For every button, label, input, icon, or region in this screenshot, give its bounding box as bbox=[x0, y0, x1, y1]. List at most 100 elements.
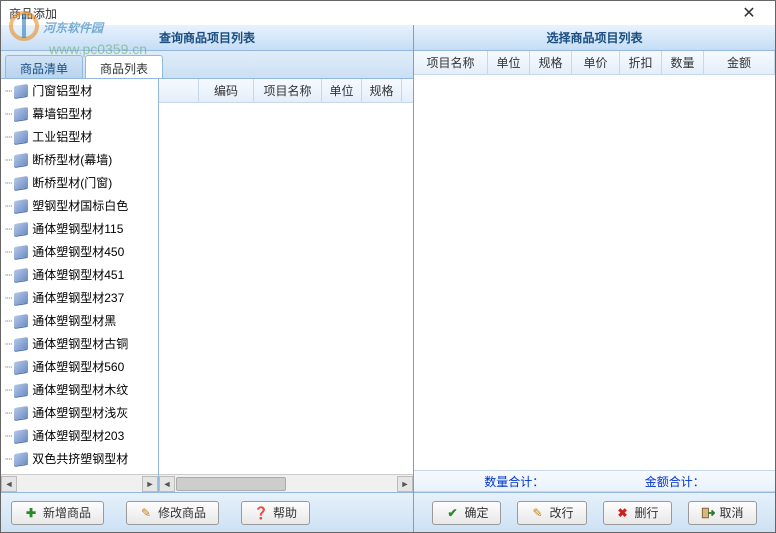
tree-item-label: 通体塑钢型材古铜 bbox=[32, 335, 128, 352]
tree-branch-icon: ┈ bbox=[5, 291, 12, 305]
col-spec[interactable]: 规格 bbox=[362, 79, 402, 102]
col-price[interactable]: 单价 bbox=[572, 51, 620, 74]
tree-item[interactable]: ┈ 通体塑钢型材古铜 bbox=[1, 332, 158, 355]
tree-item[interactable]: ┈通体塑钢型材450 bbox=[1, 240, 158, 263]
tree-item[interactable]: ┈ 通体塑钢型材115 bbox=[1, 217, 158, 240]
col-discount[interactable]: 折扣 bbox=[620, 51, 662, 74]
tree-branch-icon: ┈ bbox=[5, 337, 12, 351]
category-icon bbox=[14, 176, 28, 190]
scroll-right-arrow[interactable]: ► bbox=[397, 476, 413, 492]
col-spec[interactable]: 规格 bbox=[530, 51, 572, 74]
totals-row: 数量合计： 金额合计： bbox=[414, 470, 775, 492]
category-icon bbox=[14, 130, 28, 144]
tree-item[interactable]: ┈通体塑钢型材451 bbox=[1, 263, 158, 286]
tree-item[interactable]: ┈ 工业铝型材 bbox=[1, 125, 158, 148]
tree-item[interactable]: ┈通体塑钢型材木纹 bbox=[1, 378, 158, 401]
category-tree[interactable]: ┈门窗铝型材┈幕墙铝型材┈工业铝型材┈断桥型材(幕墙)┈断桥型材(门窗)┈塑钢型… bbox=[1, 79, 158, 474]
category-icon bbox=[14, 360, 28, 374]
tree-branch-icon: ┈ bbox=[5, 222, 12, 236]
category-icon bbox=[14, 222, 28, 236]
amount-total-label: 金额合计： bbox=[645, 473, 705, 490]
tree-branch-icon: ┈ bbox=[5, 176, 12, 190]
category-icon bbox=[14, 452, 28, 466]
col-qty[interactable]: 数量 bbox=[662, 51, 704, 74]
delete-row-button[interactable]: ✖ 删行 bbox=[603, 501, 672, 525]
scroll-left-arrow[interactable]: ◄ bbox=[159, 476, 175, 492]
scroll-right-arrow[interactable]: ► bbox=[142, 476, 158, 492]
tree-item-label: 工业铝型材 bbox=[32, 128, 92, 145]
category-icon bbox=[14, 429, 28, 443]
tree-item-label: 通体塑钢型材560 bbox=[32, 358, 124, 375]
tree-branch-icon: ┈ bbox=[5, 360, 12, 374]
category-icon bbox=[14, 84, 28, 98]
tree-item[interactable]: ┈ 幕墙铝型材 bbox=[1, 102, 158, 125]
tree-branch-icon: ┈ bbox=[5, 153, 12, 167]
tree-item[interactable]: ┈ 通体塑钢型材560 bbox=[1, 355, 158, 378]
help-icon: ❓ bbox=[254, 506, 268, 520]
tree-item[interactable]: ┈门窗铝型材 bbox=[1, 79, 158, 102]
category-icon bbox=[14, 199, 28, 213]
category-icon bbox=[14, 337, 28, 351]
right-button-bar: ✔ 确定 ✎ 改行 ✖ 删行 取消 bbox=[414, 492, 775, 532]
tree-item-label: 幕墙铝型材 bbox=[32, 105, 92, 122]
scroll-left-arrow[interactable]: ◄ bbox=[1, 476, 17, 492]
scrollbar-thumb[interactable] bbox=[176, 477, 286, 491]
edit-icon: ✎ bbox=[139, 506, 153, 520]
left-panel: 查询商品项目列表 商品清单 商品列表 ┈门窗铝型材┈幕墙铝型材┈工业铝型材┈断桥… bbox=[1, 25, 414, 532]
tree-item[interactable]: ┈ 通体塑钢型材237 bbox=[1, 286, 158, 309]
delete-icon: ✖ bbox=[616, 506, 630, 520]
left-button-bar: ✚ 新增商品 ✎ 修改商品 ❓ 帮助 bbox=[1, 492, 413, 532]
tree-item[interactable]: ┈通体塑钢型材黑 bbox=[1, 309, 158, 332]
plus-icon: ✚ bbox=[24, 506, 38, 520]
cancel-button[interactable]: 取消 bbox=[688, 501, 757, 525]
exit-icon bbox=[701, 506, 715, 520]
tree-item[interactable]: ┈ 断桥型材(门窗) bbox=[1, 171, 158, 194]
right-panel-header: 选择商品项目列表 bbox=[414, 25, 775, 51]
help-button[interactable]: ❓ 帮助 bbox=[241, 501, 310, 525]
close-button[interactable]: ✕ bbox=[731, 1, 767, 25]
tabs-bar: 商品清单 商品列表 bbox=[1, 51, 413, 79]
tree-item-label: 通体塑钢型材115 bbox=[32, 220, 123, 237]
tree-item[interactable]: ┈塑钢型材国标白色 bbox=[1, 194, 158, 217]
tree-branch-icon: ┈ bbox=[5, 84, 12, 98]
col-amount[interactable]: 金额 bbox=[704, 51, 775, 74]
tab-product-table[interactable]: 商品列表 bbox=[85, 55, 163, 78]
grid-horizontal-scrollbar[interactable]: ◄ ► bbox=[159, 474, 413, 492]
tree-item-label: 通体塑钢型材203 bbox=[32, 427, 124, 444]
category-icon bbox=[14, 291, 28, 305]
tree-branch-icon: ┈ bbox=[5, 429, 12, 443]
tree-branch-icon: ┈ bbox=[5, 130, 12, 144]
tree-item-label: 通体塑钢型材木纹 bbox=[32, 381, 128, 398]
tree-item[interactable]: ┈双色共挤塑钢型材 bbox=[1, 447, 158, 470]
edit-product-button[interactable]: ✎ 修改商品 bbox=[126, 501, 219, 525]
selected-grid-body[interactable] bbox=[414, 75, 775, 470]
tree-item-label: 通体塑钢型材237 bbox=[32, 289, 124, 306]
tab-product-list[interactable]: 商品清单 bbox=[5, 55, 83, 78]
tree-horizontal-scrollbar[interactable]: ◄ ► bbox=[1, 474, 158, 492]
edit-product-label: 修改商品 bbox=[158, 504, 206, 521]
col-unit[interactable]: 单位 bbox=[322, 79, 362, 102]
modify-row-button[interactable]: ✎ 改行 bbox=[517, 501, 586, 525]
col-unit[interactable]: 单位 bbox=[488, 51, 530, 74]
product-grid-header: 编码 项目名称 单位 规格 bbox=[159, 79, 413, 103]
edit-icon: ✎ bbox=[530, 506, 544, 520]
add-product-button[interactable]: ✚ 新增商品 bbox=[11, 501, 104, 525]
tree-item-label: 通体塑钢型材浅灰 bbox=[32, 404, 128, 421]
col-blank[interactable] bbox=[159, 79, 199, 102]
col-name[interactable]: 项目名称 bbox=[254, 79, 322, 102]
col-name[interactable]: 项目名称 bbox=[414, 51, 488, 74]
modify-label: 改行 bbox=[549, 504, 573, 521]
cancel-label: 取消 bbox=[720, 504, 744, 521]
tree-item[interactable]: ┈断桥型材(幕墙) bbox=[1, 148, 158, 171]
tree-item-label: 断桥型材(门窗) bbox=[32, 174, 112, 191]
category-icon bbox=[14, 314, 28, 328]
category-tree-pane: ┈门窗铝型材┈幕墙铝型材┈工业铝型材┈断桥型材(幕墙)┈断桥型材(门窗)┈塑钢型… bbox=[1, 79, 159, 492]
tree-branch-icon: ┈ bbox=[5, 107, 12, 121]
tree-item-label: 通体塑钢型材450 bbox=[32, 243, 124, 260]
tree-item[interactable]: ┈通体塑钢型材浅灰 bbox=[1, 401, 158, 424]
ok-button[interactable]: ✔ 确定 bbox=[432, 501, 501, 525]
tree-branch-icon: ┈ bbox=[5, 199, 12, 213]
product-grid-body[interactable] bbox=[159, 103, 413, 474]
col-code[interactable]: 编码 bbox=[199, 79, 254, 102]
tree-item[interactable]: ┈ 通体塑钢型材203 bbox=[1, 424, 158, 447]
